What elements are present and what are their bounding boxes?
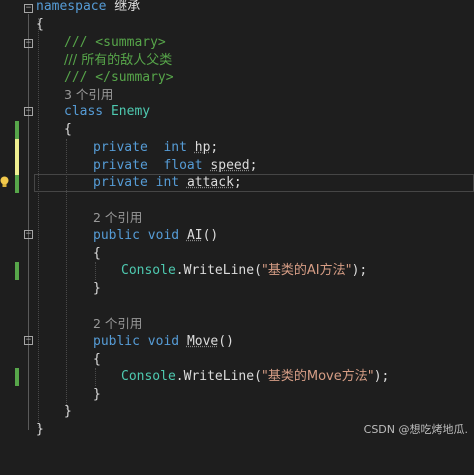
code-line: public void Move()	[0, 333, 474, 351]
semicolon: ;	[210, 140, 219, 155]
string-literal: "基类的Move方法"	[261, 369, 374, 384]
code-line: }	[0, 386, 474, 404]
keyword: private	[93, 158, 148, 173]
brace: }	[93, 387, 101, 402]
parens: ()	[202, 228, 219, 243]
keyword: float	[163, 158, 203, 173]
keyword: private	[93, 175, 148, 190]
reference-lens[interactable]: 3 个引用	[64, 87, 113, 102]
watermark: CSDN @想吃烤地瓜.	[363, 423, 468, 436]
code-line: Console.WriteLine("基类的AI方法");	[0, 262, 474, 280]
brace: }	[93, 281, 101, 296]
reference-lens[interactable]: 2 个引用	[93, 210, 142, 225]
code-line: private int hp;	[0, 139, 474, 157]
brace: }	[36, 422, 44, 437]
method-call: .WriteLine(	[175, 263, 262, 278]
code-line: /// <summary>	[0, 34, 474, 52]
code-line: {	[0, 121, 474, 139]
method-name: Move	[186, 334, 219, 349]
reference-lens[interactable]: 2 个引用	[93, 316, 142, 331]
keyword: int	[163, 140, 187, 155]
doc-comment: /// </summary>	[64, 70, 174, 85]
parens: ()	[218, 334, 234, 349]
code-line: {	[0, 245, 474, 263]
keyword: public	[93, 228, 140, 243]
keyword: int	[155, 175, 180, 190]
field-name: attack	[186, 175, 234, 190]
keyword: void	[147, 228, 180, 243]
brace: {	[36, 17, 44, 32]
call-end: );	[373, 369, 390, 384]
code-line: /// 所有的敌人父类	[0, 52, 474, 70]
code-line: namespace 继承	[0, 0, 474, 16]
code-line: private float speed;	[0, 157, 474, 175]
code-editor[interactable]: − − − − − namespace 继承 { /// <summary> /…	[0, 0, 474, 440]
method-name: AI	[186, 228, 203, 243]
field-name: speed	[210, 158, 250, 173]
brace: {	[93, 352, 101, 367]
semicolon: ;	[233, 175, 242, 190]
class-name: Console	[121, 263, 176, 278]
code-line: private int attack;	[0, 174, 474, 192]
doc-comment: /// <summary>	[64, 35, 166, 50]
call-end: );	[351, 263, 368, 278]
code-line: Console.WriteLine("基类的Move方法");	[0, 368, 474, 386]
doc-comment: /// 所有的敌人父类	[64, 53, 173, 68]
class-name: Console	[121, 369, 176, 384]
brace: {	[64, 122, 72, 137]
code-line: {	[0, 351, 474, 369]
keyword: class	[64, 104, 104, 119]
keyword: namespace	[36, 0, 107, 14]
keyword: private	[93, 140, 148, 155]
namespace-name: 继承	[114, 0, 141, 14]
code-line: 2 个引用	[0, 209, 474, 227]
code-line: }	[0, 280, 474, 298]
code-line: class Enemy	[0, 103, 474, 121]
code-line: }	[0, 403, 474, 421]
code-line: 2 个引用	[0, 315, 474, 333]
brace: }	[64, 404, 72, 419]
keyword: void	[147, 334, 180, 349]
code-line: {	[0, 16, 474, 34]
string-literal: "基类的AI方法"	[261, 263, 352, 278]
code-line: 3 个引用	[0, 86, 474, 104]
method-call: .WriteLine(	[175, 369, 262, 384]
keyword: public	[93, 334, 140, 349]
field-name: hp	[194, 140, 211, 155]
code-line: public void AI()	[0, 227, 474, 245]
code-line: /// </summary>	[0, 69, 474, 87]
class-name: Enemy	[110, 104, 151, 119]
semicolon: ;	[249, 158, 258, 173]
brace: {	[93, 246, 101, 261]
